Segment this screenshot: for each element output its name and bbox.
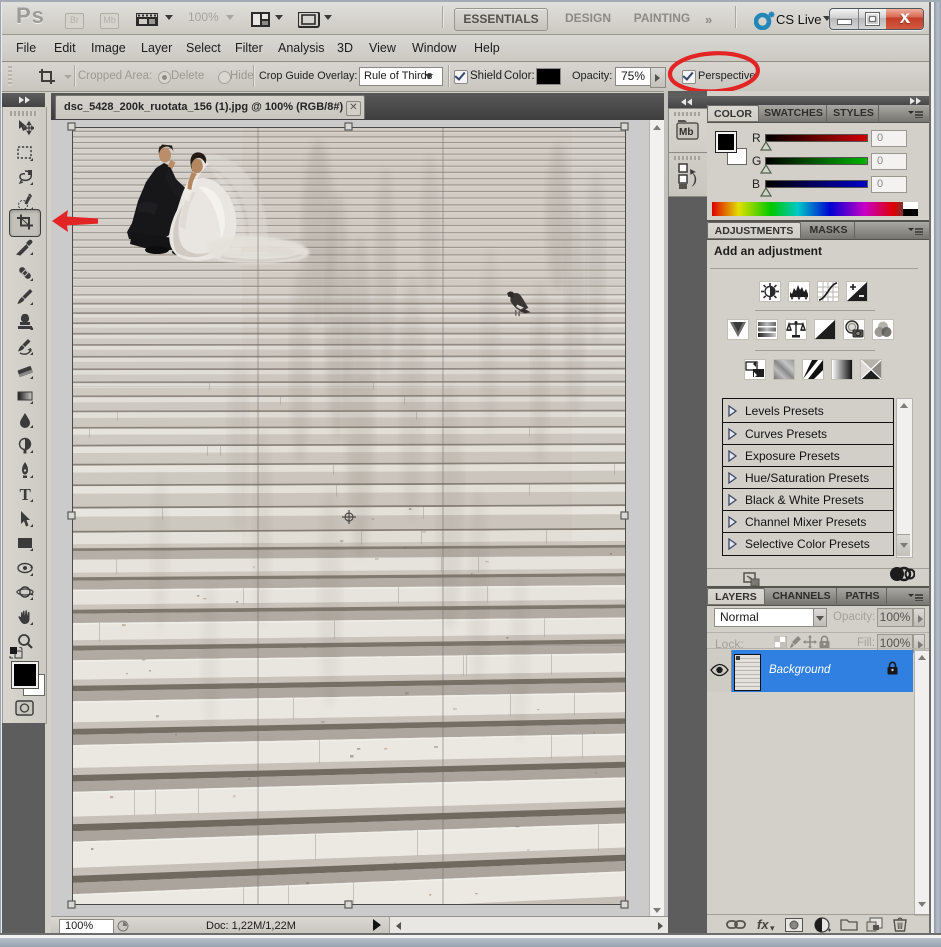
svg-text:T: T [20,485,32,503]
svg-text:Mb: Mb [679,127,693,138]
